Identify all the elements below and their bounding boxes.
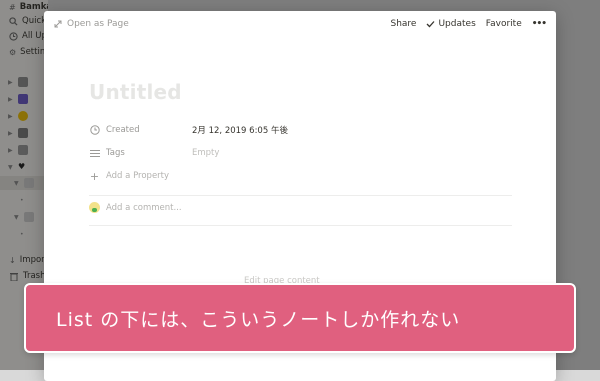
property-label: Created	[106, 125, 140, 135]
add-property-label: Add a Property	[106, 171, 170, 181]
expand-icon	[54, 20, 62, 28]
comment-placeholder: Add a comment...	[106, 202, 182, 213]
avatar	[89, 202, 100, 213]
property-label: Tags	[106, 148, 125, 158]
divider	[89, 195, 512, 196]
caption-text: List の下には、こういうノートしか作れない	[56, 308, 461, 331]
comment-input[interactable]: Add a comment...	[89, 202, 182, 213]
page-toolbar: Share Updates Favorite •••	[390, 19, 547, 29]
add-property-button[interactable]: + Add a Property	[89, 168, 509, 184]
more-options-icon[interactable]: •••	[532, 19, 547, 29]
clock-icon	[89, 125, 100, 136]
updates-button[interactable]: Updates	[426, 19, 476, 29]
open-as-page-label: Open as Page	[67, 19, 129, 29]
property-value[interactable]: Empty	[192, 148, 219, 158]
divider	[89, 225, 512, 226]
plus-icon: +	[89, 169, 100, 183]
page-title-input[interactable]: Untitled	[89, 80, 182, 104]
favorite-button[interactable]: Favorite	[486, 19, 522, 29]
share-button[interactable]: Share	[390, 19, 416, 29]
check-icon	[427, 21, 435, 28]
list-icon	[89, 148, 100, 159]
property-created[interactable]: Created 2月 12, 2019 6:05 午後	[89, 122, 509, 138]
property-tags[interactable]: Tags Empty	[89, 145, 509, 161]
open-as-page-button[interactable]: Open as Page	[54, 19, 129, 29]
caption-banner: List の下には、こういうノートしか作れない	[24, 283, 576, 353]
property-value: 2月 12, 2019 6:05 午後	[192, 126, 288, 136]
updates-label: Updates	[438, 19, 476, 29]
